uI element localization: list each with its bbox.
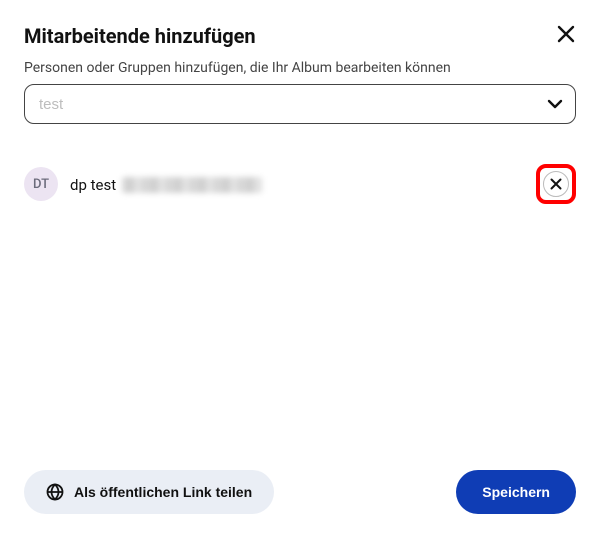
chevron-down-icon: [545, 94, 565, 114]
modal-title: Mitarbeitende hinzufügen: [24, 24, 256, 48]
save-button-label: Speichern: [482, 484, 550, 500]
collaborator-name: dp test: [70, 176, 116, 194]
redacted-text: [122, 177, 262, 193]
collaborator-list: DT dp test: [24, 164, 576, 470]
remove-highlight: [536, 164, 576, 204]
share-button-label: Als öffentlichen Link teilen: [74, 484, 252, 500]
collaborator-name-wrap: dp test: [70, 175, 262, 194]
modal-footer: Als öffentlichen Link teilen Speichern: [24, 470, 576, 514]
add-collaborators-modal: Mitarbeitende hinzufügen Personen oder G…: [0, 0, 600, 538]
avatar: DT: [24, 167, 58, 201]
search-combobox[interactable]: [24, 84, 576, 124]
globe-icon: [46, 483, 64, 501]
close-icon: [550, 178, 562, 190]
share-public-link-button[interactable]: Als öffentlichen Link teilen: [24, 470, 274, 514]
close-icon: [557, 25, 575, 43]
search-input[interactable]: [39, 96, 545, 113]
save-button[interactable]: Speichern: [456, 470, 576, 514]
modal-subtitle: Personen oder Gruppen hinzufügen, die Ih…: [24, 60, 576, 76]
remove-collaborator-button[interactable]: [543, 171, 569, 197]
close-button[interactable]: [552, 20, 580, 48]
collaborator-row: DT dp test: [24, 164, 576, 204]
modal-header: Mitarbeitende hinzufügen: [24, 24, 576, 48]
